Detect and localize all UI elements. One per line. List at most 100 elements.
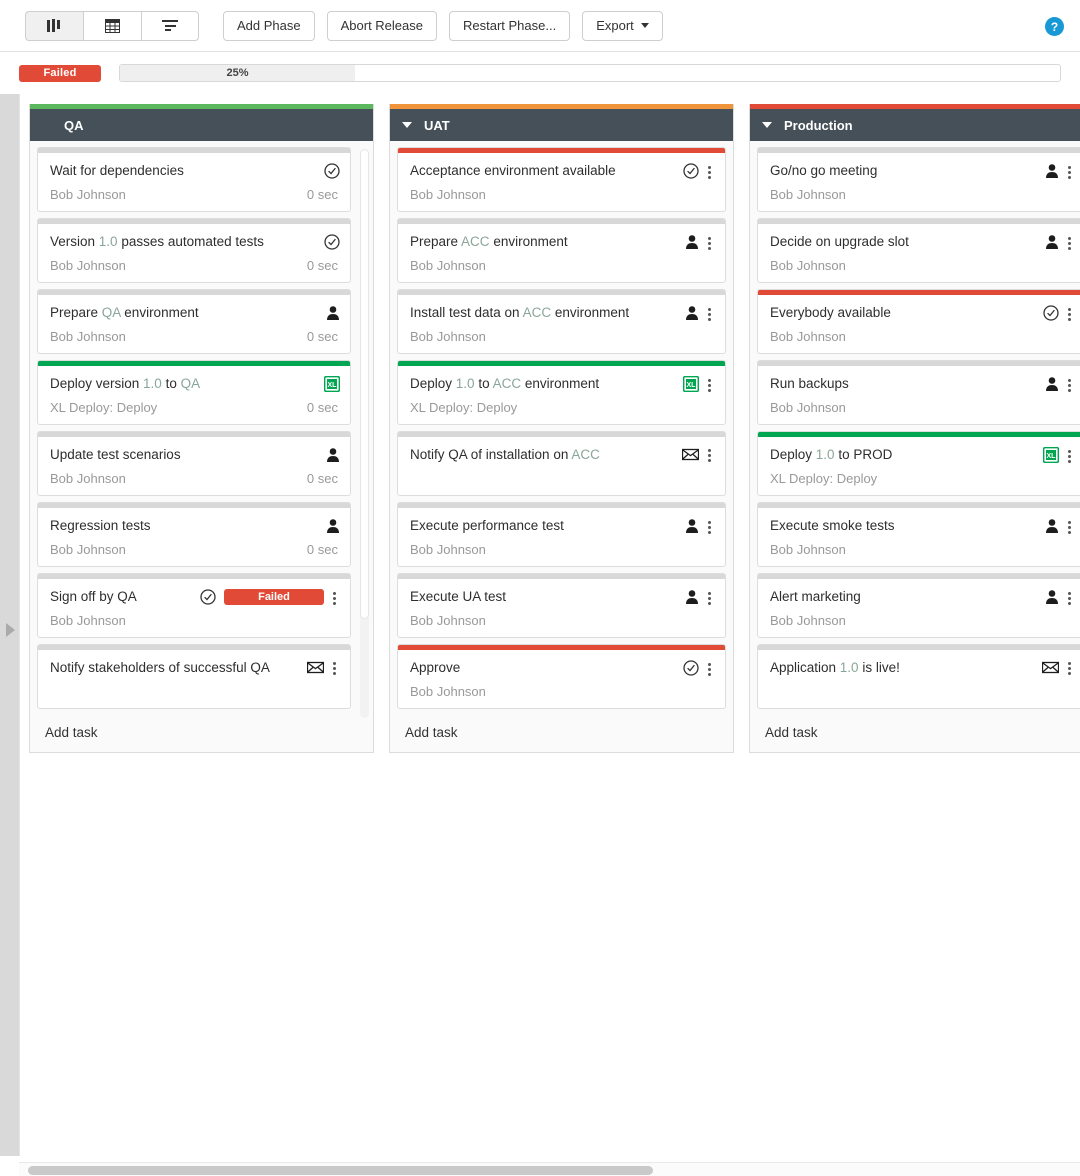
task-card[interactable]: Run backups Bob Johnson xyxy=(757,360,1080,425)
user-icon[interactable] xyxy=(685,518,699,534)
task-card[interactable]: Sign off by QA Failed Bob Johnson xyxy=(37,573,351,638)
task-title: Notify stakeholders of successful QA xyxy=(50,659,303,676)
restart-phase-button[interactable]: Restart Phase... xyxy=(449,10,571,41)
xl-deploy-icon[interactable]: XL xyxy=(683,376,699,392)
task-card[interactable]: Prepare ACC environment Bob Johnson xyxy=(397,218,726,283)
task-card[interactable]: Version 1.0 passes automated tests Bob Jo… xyxy=(37,218,351,283)
task-owner: Bob Johnson xyxy=(50,613,126,628)
task-card-icons xyxy=(1041,162,1075,179)
envelope-icon[interactable] xyxy=(682,448,699,461)
task-card[interactable]: Deploy 1.0 to ACC environment XL XL Deploy… xyxy=(397,360,726,425)
card-menu-button[interactable] xyxy=(703,164,715,179)
card-menu-button[interactable] xyxy=(703,590,715,605)
task-card-footer: Bob Johnson 0 sec xyxy=(38,466,350,495)
task-card[interactable]: Notify QA of installation on ACC xyxy=(397,431,726,496)
task-card[interactable]: Execute performance test Bob Johnson xyxy=(397,502,726,567)
task-card[interactable]: Application 1.0 is live! xyxy=(757,644,1080,709)
flow-view-button[interactable] xyxy=(141,10,199,41)
task-card[interactable]: Deploy 1.0 to PROD XL XL Deploy: Deploy xyxy=(757,431,1080,496)
card-menu-button[interactable] xyxy=(1063,377,1075,392)
user-icon[interactable] xyxy=(1045,376,1059,392)
card-menu-button[interactable] xyxy=(703,519,715,534)
task-card[interactable]: Regression tests Bob Johnson 0 sec xyxy=(37,502,351,567)
xl-deploy-icon[interactable]: XL xyxy=(1043,447,1059,463)
task-card[interactable]: Acceptance environment available Bob John… xyxy=(397,147,726,212)
card-menu-button[interactable] xyxy=(1063,660,1075,675)
task-card[interactable]: Install test data on ACC environment Bob … xyxy=(397,289,726,354)
task-card-header: Execute smoke tests xyxy=(758,508,1080,537)
task-title-text: Execute performance test xyxy=(410,518,564,533)
check-circle-icon[interactable] xyxy=(683,660,699,676)
phase-title: QA xyxy=(64,117,84,133)
abort-release-button[interactable]: Abort Release xyxy=(326,10,437,41)
user-icon[interactable] xyxy=(1045,234,1059,250)
task-title: Prepare ACC environment xyxy=(410,233,681,250)
card-menu-button[interactable] xyxy=(328,590,340,605)
check-circle-icon[interactable] xyxy=(324,163,340,179)
task-card[interactable]: Prepare QA environment Bob Johnson 0 sec xyxy=(37,289,351,354)
envelope-icon[interactable] xyxy=(307,661,324,674)
help-icon[interactable]: ? xyxy=(1045,17,1064,36)
card-menu-button[interactable] xyxy=(1063,164,1075,179)
card-menu-button[interactable] xyxy=(1063,590,1075,605)
task-card-header: Prepare QA environment xyxy=(38,295,350,324)
card-menu-button[interactable] xyxy=(703,306,715,321)
export-button[interactable]: Export xyxy=(582,10,663,41)
add-task-button[interactable]: Add task xyxy=(37,715,351,752)
card-menu-button[interactable] xyxy=(703,235,715,250)
phase-collapse-caret-icon[interactable] xyxy=(762,122,772,128)
add-task-button[interactable]: Add task xyxy=(757,715,1080,752)
user-icon[interactable] xyxy=(326,305,340,321)
card-menu-button[interactable] xyxy=(1063,306,1075,321)
table-view-button[interactable] xyxy=(83,10,141,41)
task-card[interactable]: Alert marketing Bob Johnson xyxy=(757,573,1080,638)
card-menu-button[interactable] xyxy=(703,377,715,392)
user-icon[interactable] xyxy=(1045,518,1059,534)
check-circle-icon[interactable] xyxy=(200,589,216,605)
task-card[interactable]: Notify stakeholders of successful QA xyxy=(37,644,351,709)
kanban-view-button[interactable] xyxy=(25,10,83,41)
task-card-header: Notify stakeholders of successful QA xyxy=(38,650,350,679)
user-icon[interactable] xyxy=(1045,163,1059,179)
card-menu-button[interactable] xyxy=(328,660,340,675)
phase-scrollbar-thumb[interactable] xyxy=(360,149,369,619)
horizontal-scrollbar-thumb[interactable] xyxy=(28,1166,653,1175)
check-circle-icon[interactable] xyxy=(683,163,699,179)
release-progress-bar: 25% xyxy=(119,64,1061,82)
task-card[interactable]: Deploy version 1.0 to QA XL XL Deploy: Dep… xyxy=(37,360,351,425)
task-card[interactable]: Approve Bob Johnson xyxy=(397,644,726,709)
task-duration: 0 sec xyxy=(306,471,338,486)
task-card[interactable]: Execute smoke tests Bob Johnson xyxy=(757,502,1080,567)
user-icon[interactable] xyxy=(685,589,699,605)
task-card[interactable]: Update test scenarios Bob Johnson 0 sec xyxy=(37,431,351,496)
task-card-footer: Bob Johnson 0 sec xyxy=(38,182,350,211)
task-card[interactable]: Everybody available Bob Johnson xyxy=(757,289,1080,354)
task-title-variable: QA xyxy=(180,376,201,391)
task-title: Deploy 1.0 to PROD xyxy=(770,446,1039,463)
task-card[interactable]: Decide on upgrade slot Bob Johnson xyxy=(757,218,1080,283)
progress-label: 25% xyxy=(226,67,249,79)
sidebar-expand-rail[interactable] xyxy=(0,94,19,1156)
add-task-button[interactable]: Add task xyxy=(397,715,726,752)
card-menu-button[interactable] xyxy=(703,447,715,462)
user-icon[interactable] xyxy=(685,234,699,250)
card-menu-button[interactable] xyxy=(703,661,715,676)
user-icon[interactable] xyxy=(326,518,340,534)
add-phase-button[interactable]: Add Phase xyxy=(223,10,315,41)
phase-collapse-caret-icon[interactable] xyxy=(402,122,412,128)
task-card[interactable]: Go/no go meeting Bob Johnson xyxy=(757,147,1080,212)
card-menu-button[interactable] xyxy=(1063,519,1075,534)
task-card-icons: XL xyxy=(320,375,340,392)
user-icon[interactable] xyxy=(685,305,699,321)
task-card[interactable]: Execute UA test Bob Johnson xyxy=(397,573,726,638)
task-card[interactable]: Wait for dependencies Bob Johnson 0 sec xyxy=(37,147,351,212)
card-menu-button[interactable] xyxy=(1063,235,1075,250)
user-icon[interactable] xyxy=(326,447,340,463)
card-menu-button[interactable] xyxy=(1063,448,1075,463)
check-circle-icon[interactable] xyxy=(324,234,340,250)
xl-deploy-icon[interactable]: XL xyxy=(324,376,340,392)
envelope-icon[interactable] xyxy=(1042,661,1059,674)
check-circle-icon[interactable] xyxy=(1043,305,1059,321)
horizontal-scrollbar[interactable] xyxy=(19,1162,1080,1176)
user-icon[interactable] xyxy=(1045,589,1059,605)
